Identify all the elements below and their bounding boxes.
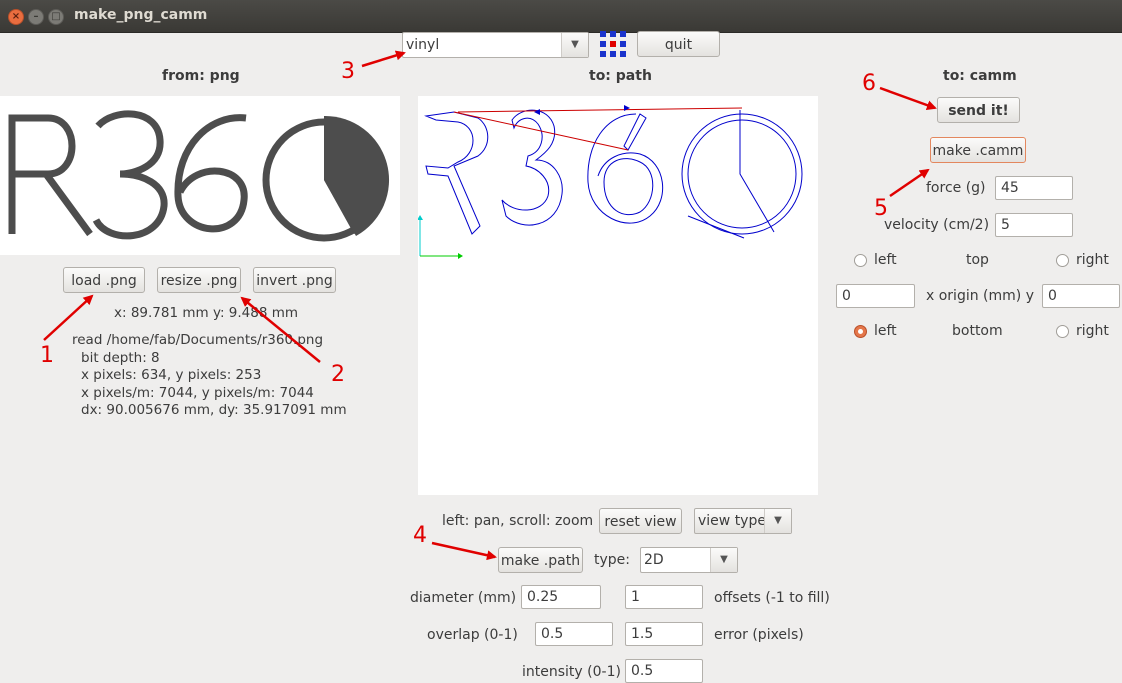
annotation-4: 4 bbox=[413, 523, 427, 548]
annotation-1: 1 bbox=[40, 343, 54, 368]
annotation-6: 6 bbox=[862, 71, 876, 96]
annotation-3: 3 bbox=[341, 59, 355, 84]
annotation-arrows bbox=[43, 50, 937, 561]
annotation-2: 2 bbox=[331, 362, 345, 387]
annotation-5: 5 bbox=[874, 196, 888, 221]
